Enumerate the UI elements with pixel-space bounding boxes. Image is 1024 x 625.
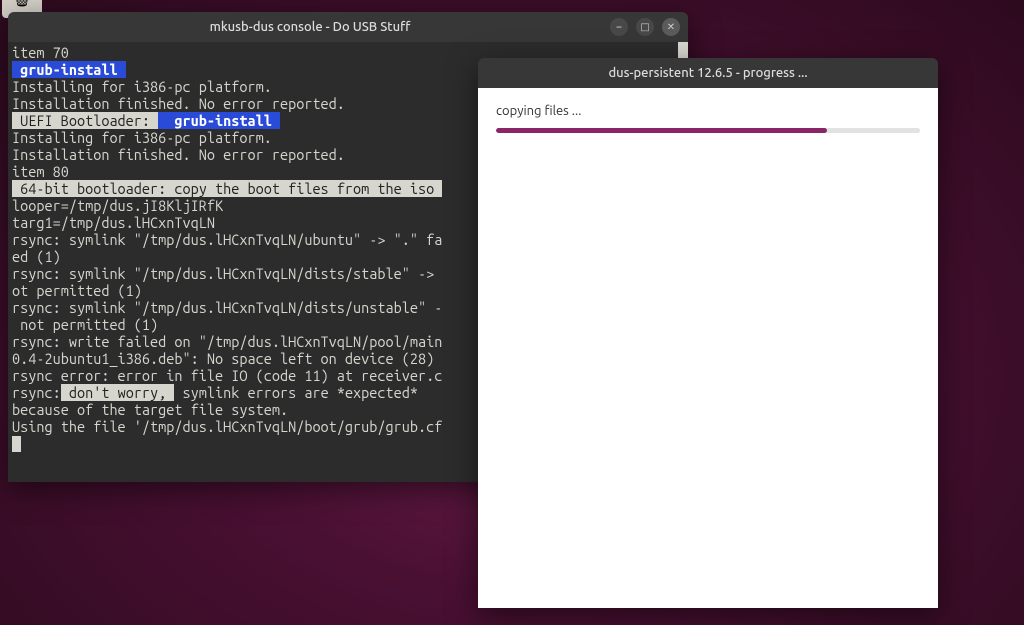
bootloader-step-label: 64-bit bootloader: copy the boot files f… [12, 180, 442, 197]
terminal-cursor [12, 436, 21, 452]
progress-fill [496, 128, 827, 133]
progress-title: dus-persistent 12.6.5 - progress ... [478, 66, 938, 80]
progress-titlebar[interactable]: dus-persistent 12.6.5 - progress ... [478, 58, 938, 88]
console-titlebar[interactable]: mkusb-dus console - Do USB Stuff – □ ✕ [8, 12, 688, 42]
progress-body: copying files ... [478, 88, 938, 608]
minimize-button[interactable]: – [610, 18, 628, 36]
progress-window: dus-persistent 12.6.5 - progress ... cop… [478, 58, 938, 608]
close-button[interactable]: ✕ [662, 18, 680, 36]
progress-status-text: copying files ... [496, 104, 920, 118]
grub-install-highlight: grub-install [158, 112, 280, 129]
console-title: mkusb-dus console - Do USB Stuff [18, 20, 602, 34]
dont-worry-label: don't worry, [61, 384, 175, 401]
maximize-button[interactable]: □ [636, 18, 654, 36]
grub-install-highlight: grub-install [12, 61, 126, 78]
uefi-bootloader-label: UEFI Bootloader: [12, 112, 158, 129]
progress-bar [496, 128, 920, 133]
